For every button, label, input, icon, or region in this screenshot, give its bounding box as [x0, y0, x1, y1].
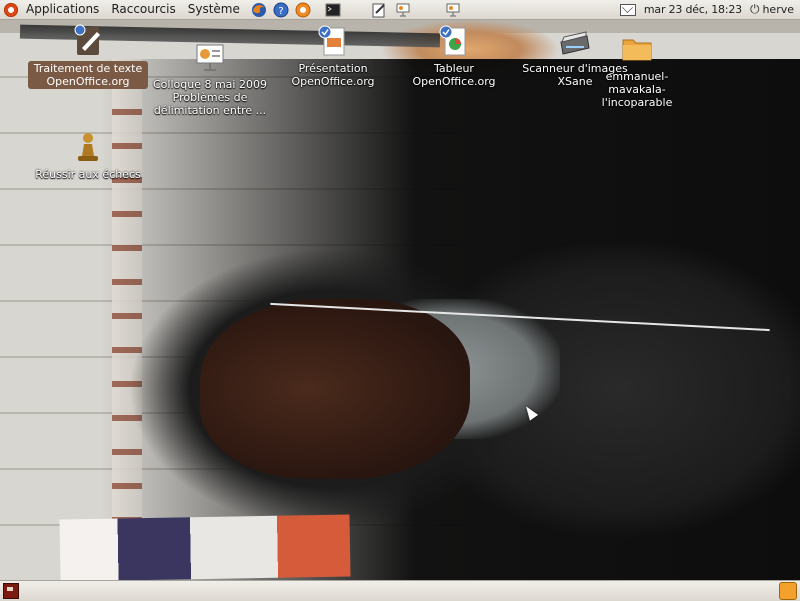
desktop-icon-calc[interactable]: Tableur OpenOffice.org	[394, 23, 514, 89]
power-icon: ⏻	[749, 2, 760, 16]
main-menu: Applications Raccourcis Système	[0, 0, 246, 19]
desktop-icon-label: Traitement de texte OpenOffice.org	[28, 61, 148, 89]
folder-icon	[619, 31, 655, 67]
desktop-icon-chess[interactable]: Réussir aux échecs	[28, 129, 148, 182]
desktop-icon-folder[interactable]: emmanuel-mavakala-l'incoparable	[577, 31, 697, 110]
presentation-icon[interactable]	[444, 1, 462, 19]
clock[interactable]: mar 23 déc, 18:23	[644, 3, 742, 16]
writer-icon	[70, 23, 106, 59]
menu-raccourcis[interactable]: Raccourcis	[105, 0, 181, 19]
desktop-icon-label: Colloque 8 mai 2009 Problèmes de délimit…	[153, 78, 267, 117]
svg-text:?: ?	[278, 6, 283, 17]
calc-icon	[436, 23, 472, 59]
desktop-icon-colloque[interactable]: Colloque 8 mai 2009 Problèmes de délimit…	[150, 39, 270, 118]
presentation-file-icon	[192, 39, 228, 75]
desktop[interactable]: Traitement de texte OpenOffice.org Collo…	[0, 19, 800, 580]
show-desktop-icon[interactable]	[3, 583, 19, 599]
top-panel: Applications Raccourcis Système ? mar 23…	[0, 0, 800, 20]
user-menu[interactable]: ⏻ herve	[750, 2, 794, 17]
desktop-icon-label: Réussir aux échecs	[35, 168, 141, 181]
desktop-icon-label: Tableur OpenOffice.org	[412, 62, 496, 88]
user-name: herve	[762, 3, 794, 16]
desktop-icon-impress[interactable]: Présentation OpenOffice.org	[273, 23, 393, 89]
bottom-panel	[0, 580, 800, 601]
ubuntu-logo-icon[interactable]	[4, 2, 18, 17]
menu-systeme[interactable]: Système	[182, 0, 246, 19]
wallpaper-face	[200, 299, 470, 479]
menu-applications[interactable]: Applications	[20, 0, 105, 19]
system-tray: mar 23 déc, 18:23 ⏻ herve	[619, 2, 800, 17]
desktop-icon-label: Présentation OpenOffice.org	[291, 62, 375, 88]
help-icon[interactable]: ?	[272, 1, 290, 19]
mail-icon[interactable]	[619, 3, 636, 16]
desktop-icon-writer[interactable]: Traitement de texte OpenOffice.org	[28, 23, 148, 89]
desktop-icon-label: emmanuel-mavakala-l'incoparable	[601, 70, 673, 109]
chess-icon	[70, 129, 106, 165]
trash-icon[interactable]	[779, 582, 797, 600]
wallpaper-magazine	[59, 514, 351, 580]
terminal-icon[interactable]	[324, 1, 342, 19]
impress-icon	[315, 23, 351, 59]
ubuntu-one-icon[interactable]	[294, 1, 312, 19]
firefox-icon[interactable]	[250, 1, 268, 19]
presentation-icon[interactable]	[394, 1, 412, 19]
notes-icon[interactable]	[370, 1, 388, 19]
